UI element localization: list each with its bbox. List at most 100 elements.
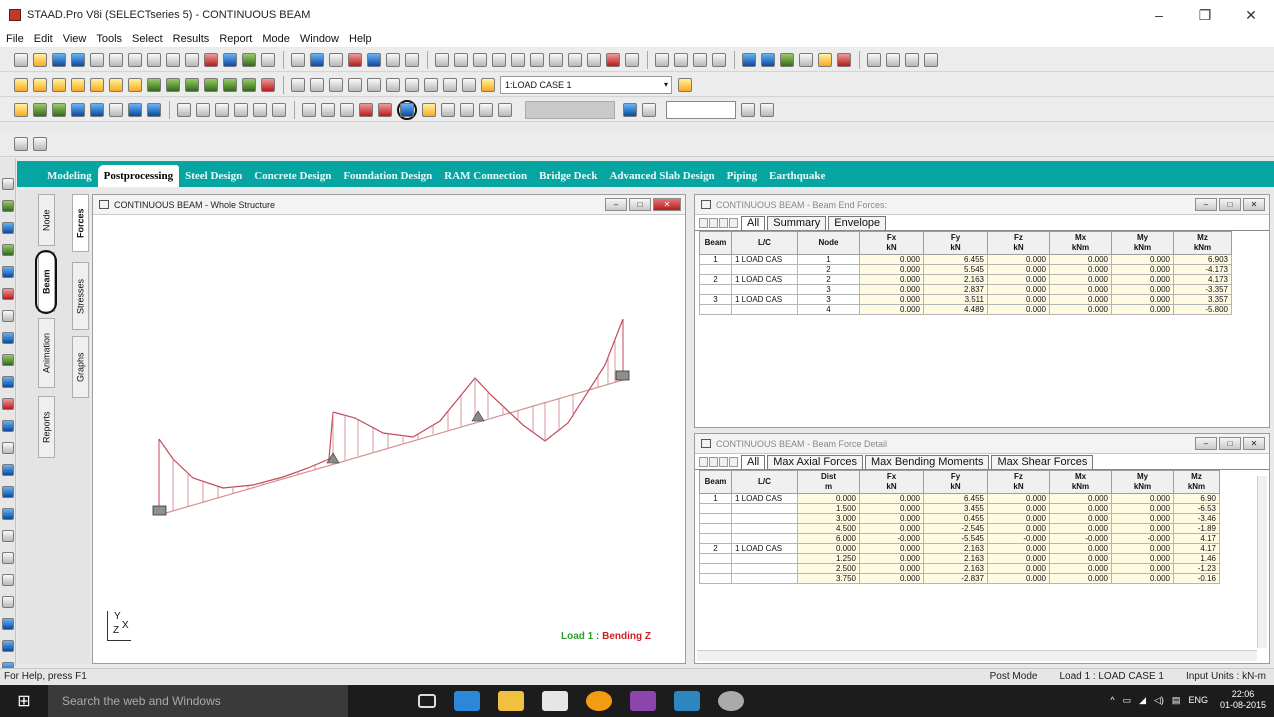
region-icon[interactable] bbox=[568, 52, 582, 67]
spec-cursor-icon[interactable] bbox=[1, 398, 14, 410]
plate-results-icon[interactable] bbox=[90, 102, 104, 117]
beams-cursor-icon[interactable] bbox=[1, 200, 14, 212]
tab-foundation-design[interactable]: Foundation Design bbox=[337, 165, 438, 187]
first-page-icon[interactable] bbox=[699, 218, 708, 228]
prev-page-icon[interactable] bbox=[709, 218, 718, 228]
beam-force-detail-window[interactable]: CONTINUOUS BEAM - Beam Force Detail – □ … bbox=[694, 433, 1270, 664]
window-tile-icon[interactable] bbox=[886, 52, 900, 67]
plate-select-icon[interactable] bbox=[1, 486, 14, 498]
rotate-free-icon[interactable] bbox=[261, 77, 275, 92]
property-cursor-icon[interactable] bbox=[1, 376, 14, 388]
staad-taskbar-icon[interactable] bbox=[630, 691, 656, 711]
table-row[interactable]: 11 LOAD CAS 0.000 0.000 6.455 0.000 0.000 0.00… bbox=[699, 493, 1220, 504]
menu-help[interactable]: Help bbox=[349, 33, 372, 45]
picture-icon[interactable] bbox=[329, 52, 343, 67]
surfaces-cursor-icon[interactable] bbox=[1, 244, 14, 256]
beam-select-icon[interactable] bbox=[1, 464, 14, 476]
table-row[interactable]: 4 0.000 4.489 0.000 0.000 0.000 -5.800 bbox=[699, 304, 1232, 315]
close-icon[interactable]: ✕ bbox=[653, 198, 681, 211]
measure-icon[interactable] bbox=[492, 52, 506, 67]
side-tab-graphs[interactable]: Graphs bbox=[72, 336, 89, 398]
spin-right-icon[interactable] bbox=[242, 77, 256, 92]
moment-z-icon[interactable] bbox=[272, 102, 286, 117]
network-icon[interactable]: ◢ bbox=[1139, 695, 1146, 706]
arc-icon[interactable] bbox=[742, 52, 756, 67]
menu-tools[interactable]: Tools bbox=[96, 33, 122, 45]
tab-advanced-slab-design[interactable]: Advanced Slab Design bbox=[603, 165, 720, 187]
horizontal-scrollbar[interactable] bbox=[697, 650, 1257, 661]
message-icon[interactable]: ▤ bbox=[1172, 695, 1181, 706]
magnify-icon[interactable] bbox=[462, 77, 476, 92]
grid-icon[interactable] bbox=[242, 52, 256, 67]
chrome-icon[interactable] bbox=[586, 691, 612, 711]
undo-icon[interactable] bbox=[166, 52, 180, 67]
table-row[interactable]: 3.750 0.000 -2.837 0.000 0.000 0.000 -0.16 bbox=[699, 573, 1220, 584]
subtab-summary[interactable]: Summary bbox=[767, 216, 827, 230]
results-cursor-icon[interactable] bbox=[14, 102, 28, 117]
select-beam-icon[interactable] bbox=[435, 52, 449, 67]
minimize-icon[interactable]: – bbox=[1195, 437, 1217, 450]
tool-x-icon[interactable] bbox=[606, 52, 620, 67]
load-case-dropdown[interactable]: 1:LOAD CASE 1 ▾ bbox=[500, 75, 672, 94]
tab-piping[interactable]: Piping bbox=[721, 165, 764, 187]
load-cursor-icon[interactable] bbox=[1, 332, 14, 344]
info-icon[interactable] bbox=[837, 52, 851, 67]
view-iso-icon[interactable] bbox=[128, 77, 142, 92]
subtab-max-axial-forces[interactable]: Max Axial Forces bbox=[767, 455, 863, 469]
new-file-icon[interactable] bbox=[14, 52, 28, 67]
label-icon[interactable] bbox=[674, 52, 688, 67]
cut-icon[interactable] bbox=[109, 52, 123, 67]
parallel-select-icon[interactable] bbox=[1, 552, 14, 564]
table-row[interactable]: 2 0.000 5.545 0.000 0.000 0.000 -4.173 bbox=[699, 264, 1232, 275]
file-explorer-icon[interactable] bbox=[498, 691, 524, 711]
beam-displacement-icon[interactable] bbox=[321, 102, 335, 117]
window-grid-icon[interactable] bbox=[867, 52, 881, 67]
document-icon[interactable] bbox=[405, 52, 419, 67]
angle-icon[interactable] bbox=[549, 52, 563, 67]
shade-icon[interactable] bbox=[712, 52, 726, 67]
table-row[interactable]: 2.500 0.000 2.163 0.000 0.000 0.000 -1.23 bbox=[699, 563, 1220, 574]
tab-earthquake[interactable]: Earthquake bbox=[763, 165, 831, 187]
connect-icon[interactable] bbox=[1, 618, 14, 630]
dimension-icon[interactable] bbox=[454, 52, 468, 67]
redo-icon[interactable] bbox=[185, 52, 199, 67]
tab-postprocessing[interactable]: Postprocessing bbox=[97, 165, 180, 187]
pointer-icon[interactable] bbox=[261, 52, 275, 67]
table-row[interactable]: 4.500 0.000 -2.545 0.000 0.000 0.000 -1.89 bbox=[699, 523, 1220, 534]
node-displacement-icon[interactable] bbox=[302, 102, 316, 117]
first-page-icon[interactable] bbox=[699, 457, 708, 467]
battery-icon[interactable]: ▭ bbox=[1123, 695, 1132, 706]
help-icon[interactable] bbox=[678, 77, 692, 92]
solids-cursor-icon[interactable] bbox=[1, 266, 14, 278]
display-window-icon[interactable] bbox=[291, 77, 305, 92]
next-page-icon[interactable] bbox=[719, 218, 728, 228]
zoom-all-icon[interactable] bbox=[443, 77, 457, 92]
table-row[interactable]: 21 LOAD CAS 2 0.000 2.163 0.000 0.000 0.000 4.1… bbox=[699, 274, 1232, 285]
side-tab-reports[interactable]: Reports bbox=[38, 396, 55, 458]
table-row[interactable]: 21 LOAD CAS 0.000 0.000 2.163 0.000 0.000 0.00… bbox=[699, 543, 1220, 554]
rotate-down-icon[interactable] bbox=[166, 77, 180, 92]
stress-icon[interactable] bbox=[378, 102, 392, 117]
window-cascade-icon[interactable] bbox=[905, 52, 919, 67]
results-select-icon[interactable] bbox=[33, 102, 47, 117]
view-settings-icon[interactable] bbox=[693, 52, 707, 67]
output-icon[interactable] bbox=[147, 102, 161, 117]
last-page-icon[interactable] bbox=[729, 218, 738, 228]
open-folder-icon[interactable] bbox=[33, 52, 47, 67]
zoom-window-icon[interactable] bbox=[348, 77, 362, 92]
table-row[interactable]: 11 LOAD CAS 1 0.000 6.455 0.000 0.000 0.000 6.9… bbox=[699, 254, 1232, 265]
rotate-left-icon[interactable] bbox=[185, 77, 199, 92]
table-row[interactable]: 3 0.000 2.837 0.000 0.000 0.000 -3.357 bbox=[699, 284, 1232, 295]
moment-y-icon[interactable] bbox=[253, 102, 267, 117]
tab-ram-connection[interactable]: RAM Connection bbox=[438, 165, 533, 187]
distance-icon[interactable] bbox=[530, 52, 544, 67]
results-calc-icon[interactable] bbox=[642, 102, 656, 117]
results-type-field[interactable] bbox=[525, 100, 615, 119]
tray-chevron-icon[interactable]: ^ bbox=[1110, 695, 1114, 705]
draw-icon[interactable] bbox=[204, 52, 218, 67]
menu-results[interactable]: Results bbox=[173, 33, 210, 45]
inverse-select-icon[interactable] bbox=[1, 574, 14, 586]
results-option-icon[interactable] bbox=[498, 102, 512, 117]
side-tab-animation[interactable]: Animation bbox=[38, 318, 55, 388]
table-row[interactable]: 1.500 0.000 3.455 0.000 0.000 0.000 -6.53 bbox=[699, 503, 1220, 514]
